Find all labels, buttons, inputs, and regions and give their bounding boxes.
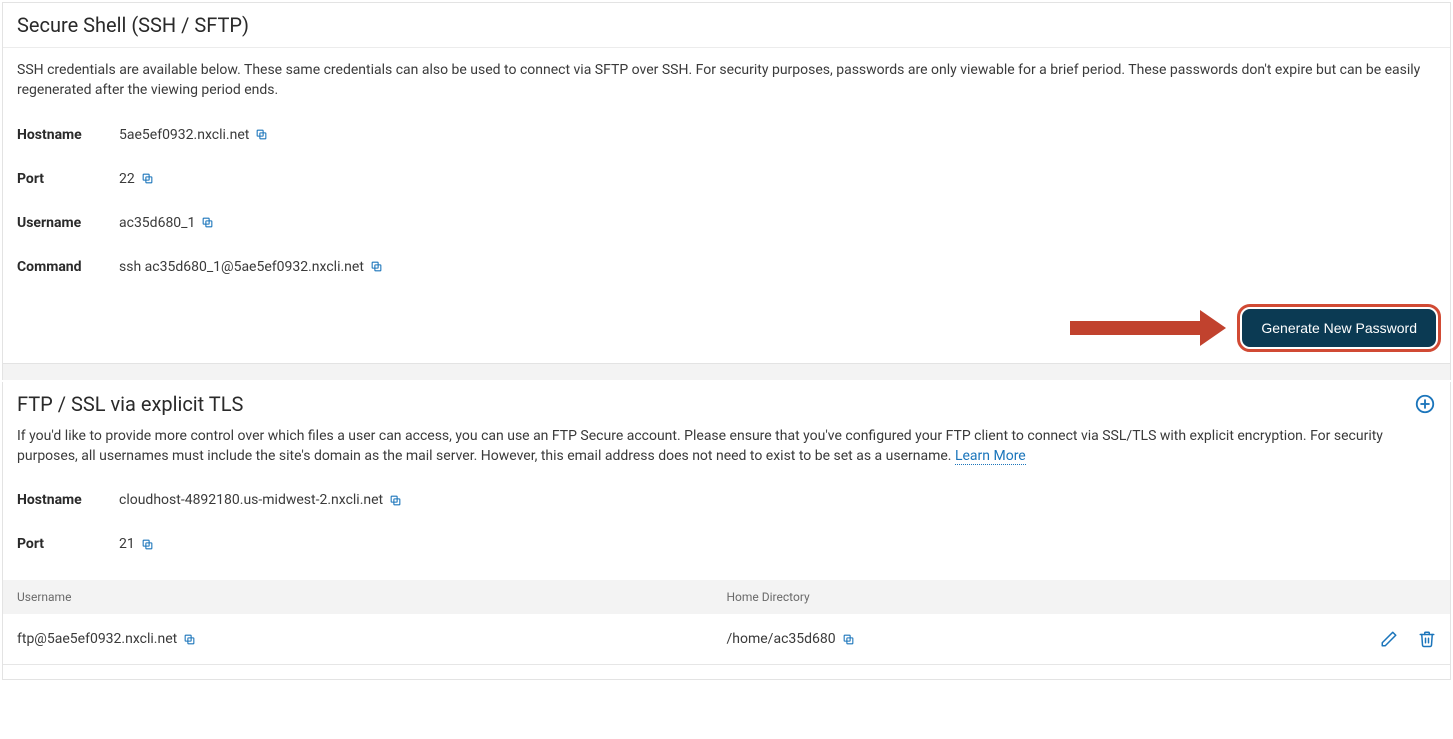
ftp-title: FTP / SSL via explicit TLS [17,392,243,416]
ftp-description: If you'd like to provide more control ov… [17,426,1436,467]
ssh-panel-header: Secure Shell (SSH / SFTP) [3,3,1450,48]
ftp-row-username-cell: ftp@5ae5ef0932.nxcli.net [17,631,727,647]
ftp-description-text: If you'd like to provide more control ov… [17,428,1383,464]
add-icon[interactable] [1414,393,1436,415]
ssh-description: SSH credentials are available below. The… [17,60,1436,101]
ssh-port-row: Port 22 [17,171,1436,187]
ftp-row-username: ftp@5ae5ef0932.nxcli.net [17,631,177,647]
ssh-hostname-value: 5ae5ef0932.nxcli.net [119,127,249,143]
ssh-panel-body: SSH credentials are available below. The… [3,48,1450,363]
ftp-port-row: Port 21 [17,536,1436,552]
copy-icon[interactable] [183,633,196,646]
ftp-row-home: /home/ac35d680 [727,631,836,647]
ftp-row-actions [1294,630,1436,648]
table-row: ftp@5ae5ef0932.nxcli.net /home/ac35d680 [3,614,1450,665]
ssh-command-value: ssh ac35d680_1@5ae5ef0932.nxcli.net [119,259,364,275]
ssh-hostname-row: Hostname 5ae5ef0932.nxcli.net [17,127,1436,143]
ssh-hostname-value-wrap: 5ae5ef0932.nxcli.net [119,127,268,143]
ssh-command-label: Command [17,259,119,275]
copy-icon[interactable] [255,128,268,141]
edit-icon[interactable] [1380,630,1398,648]
ssh-panel: Secure Shell (SSH / SFTP) SSH credential… [2,2,1451,364]
ssh-command-row: Command ssh ac35d680_1@5ae5ef0932.nxcli.… [17,259,1436,275]
copy-icon[interactable] [389,494,402,507]
copy-icon[interactable] [141,538,154,551]
copy-icon[interactable] [370,260,383,273]
ftp-th-actions [1294,590,1436,604]
ftp-panel: FTP / SSL via explicit TLS If you'd like… [2,382,1451,681]
ftp-port-value: 21 [119,536,135,552]
ssh-port-value: 22 [119,171,135,187]
ftp-table-header: Username Home Directory [3,580,1450,614]
callout-arrow [1070,310,1226,346]
ssh-username-label: Username [17,215,119,231]
ssh-title: Secure Shell (SSH / SFTP) [17,13,249,37]
arrow-head-icon [1200,310,1226,346]
ftp-panel-header: FTP / SSL via explicit TLS [3,382,1450,426]
ssh-port-label: Port [17,171,119,187]
ftp-row-home-cell: /home/ac35d680 [727,631,1295,647]
arrow-shaft [1070,321,1200,335]
ftp-th-username: Username [17,590,727,604]
ftp-hostname-value: cloudhost-4892180.us-midwest-2.nxcli.net [119,492,383,508]
learn-more-link[interactable]: Learn More [955,448,1026,465]
ftp-port-label: Port [17,536,119,552]
ssh-hostname-label: Hostname [17,127,119,143]
ssh-username-row: Username ac35d680_1 [17,215,1436,231]
copy-icon[interactable] [842,633,855,646]
ssh-username-value: ac35d680_1 [119,215,195,231]
ftp-hostname-value-wrap: cloudhost-4892180.us-midwest-2.nxcli.net [119,492,402,508]
copy-icon[interactable] [201,216,214,229]
ftp-th-home: Home Directory [727,590,1295,604]
generate-password-button[interactable]: Generate New Password [1242,309,1436,347]
ssh-port-value-wrap: 22 [119,171,154,187]
ftp-panel-body: If you'd like to provide more control ov… [3,426,1450,680]
delete-icon[interactable] [1418,630,1436,648]
ssh-button-row: Generate New Password [17,303,1436,349]
ssh-command-value-wrap: ssh ac35d680_1@5ae5ef0932.nxcli.net [119,259,383,275]
ftp-hostname-label: Hostname [17,492,119,508]
ftp-hostname-row: Hostname cloudhost-4892180.us-midwest-2.… [17,492,1436,508]
ftp-port-value-wrap: 21 [119,536,154,552]
ssh-username-value-wrap: ac35d680_1 [119,215,214,231]
copy-icon[interactable] [141,172,154,185]
panel-gap [2,364,1451,380]
